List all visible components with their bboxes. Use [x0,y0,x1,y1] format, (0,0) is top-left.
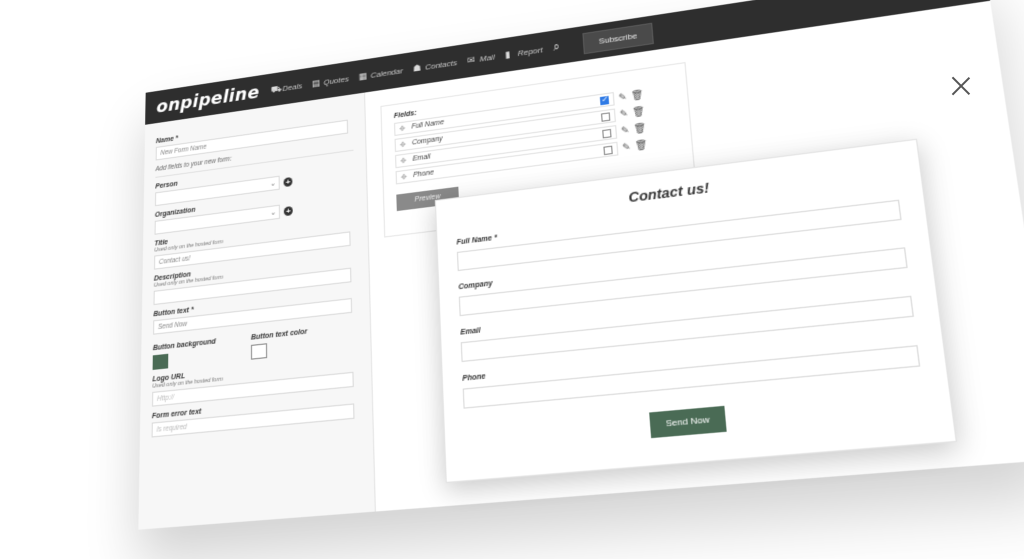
pencil-icon[interactable]: ✎ [618,91,627,103]
button-background-label: Button background [152,338,216,353]
add-person-icon[interactable]: + [283,176,293,187]
mail-icon: ✉ [467,53,476,66]
contacts-icon: ☗ [412,62,422,74]
button-text-color-swatch[interactable] [250,343,268,360]
report-icon: ▮ [504,48,511,60]
drag-handle-icon[interactable]: ✥ [399,124,405,133]
field-name: Full Name [411,119,445,131]
field-checkbox[interactable] [599,95,610,106]
field-name: Email [412,153,431,163]
trash-icon[interactable]: 🗑 [631,89,644,102]
nav-item-label: Contacts [424,57,458,72]
field-checkbox[interactable] [603,145,613,156]
nav-item-label: Report [517,44,543,58]
calendar-icon: ▦ [358,70,368,82]
quotes-icon: ▤ [311,77,321,89]
search-icon[interactable]: ⌕ [553,40,560,54]
pencil-icon[interactable]: ✎ [622,141,631,154]
button-text-color-label: Button text color [250,328,308,342]
trash-icon[interactable]: 🗑 [635,139,649,152]
nav-item-label: Quotes [323,73,349,87]
field-checkbox[interactable] [602,128,612,139]
add-organization-icon[interactable]: + [283,205,293,216]
field-checkbox[interactable] [601,112,611,122]
trash-icon[interactable]: 🗑 [633,122,647,135]
form-preview-card: Contact us! Full Name * Company Email Ph… [434,138,958,484]
pencil-icon[interactable]: ✎ [621,124,630,137]
deals-icon: ⛟ [270,83,282,95]
nav-item-label: Calendar [370,65,404,80]
nav-item-label: Deals [282,80,303,93]
drag-handle-icon[interactable]: ✥ [400,156,406,165]
send-now-button[interactable]: Send Now [649,405,727,439]
button-background-swatch[interactable] [152,353,169,370]
nav-item-calendar[interactable]: ▦ Calendar [358,65,404,82]
form-settings-panel: Name * New Form Name Add fields to your … [138,92,376,530]
nav-item-label: Mail [479,52,495,64]
nav-item-quotes[interactable]: ▤ Quotes [312,74,349,88]
drag-handle-icon[interactable]: ✥ [401,172,407,181]
screenshot-stage: onpipeline ⛟ Deals ▤ Quotes ▦ Calendar ☗… [0,0,1024,559]
trash-icon[interactable]: 🗑 [632,105,645,118]
nav-item-contacts[interactable]: ☗ Contacts [412,57,458,74]
close-icon[interactable] [951,76,971,96]
nav-item-deals[interactable]: ⛟ Deals [271,81,302,94]
app-window: onpipeline ⛟ Deals ▤ Quotes ▦ Calendar ☗… [138,0,1024,530]
chevron-down-icon: ⌄ [270,209,277,217]
field-name: Phone [412,169,435,180]
field-name: Company [411,135,443,147]
pencil-icon[interactable]: ✎ [619,108,628,121]
subscribe-button[interactable]: Subscribe [582,22,655,54]
nav-item-mail[interactable]: ✉ Mail [467,52,495,65]
drag-handle-icon[interactable]: ✥ [400,140,406,149]
chevron-down-icon: ⌄ [269,180,276,188]
nav-item-report[interactable]: ▮ Report [505,45,543,60]
